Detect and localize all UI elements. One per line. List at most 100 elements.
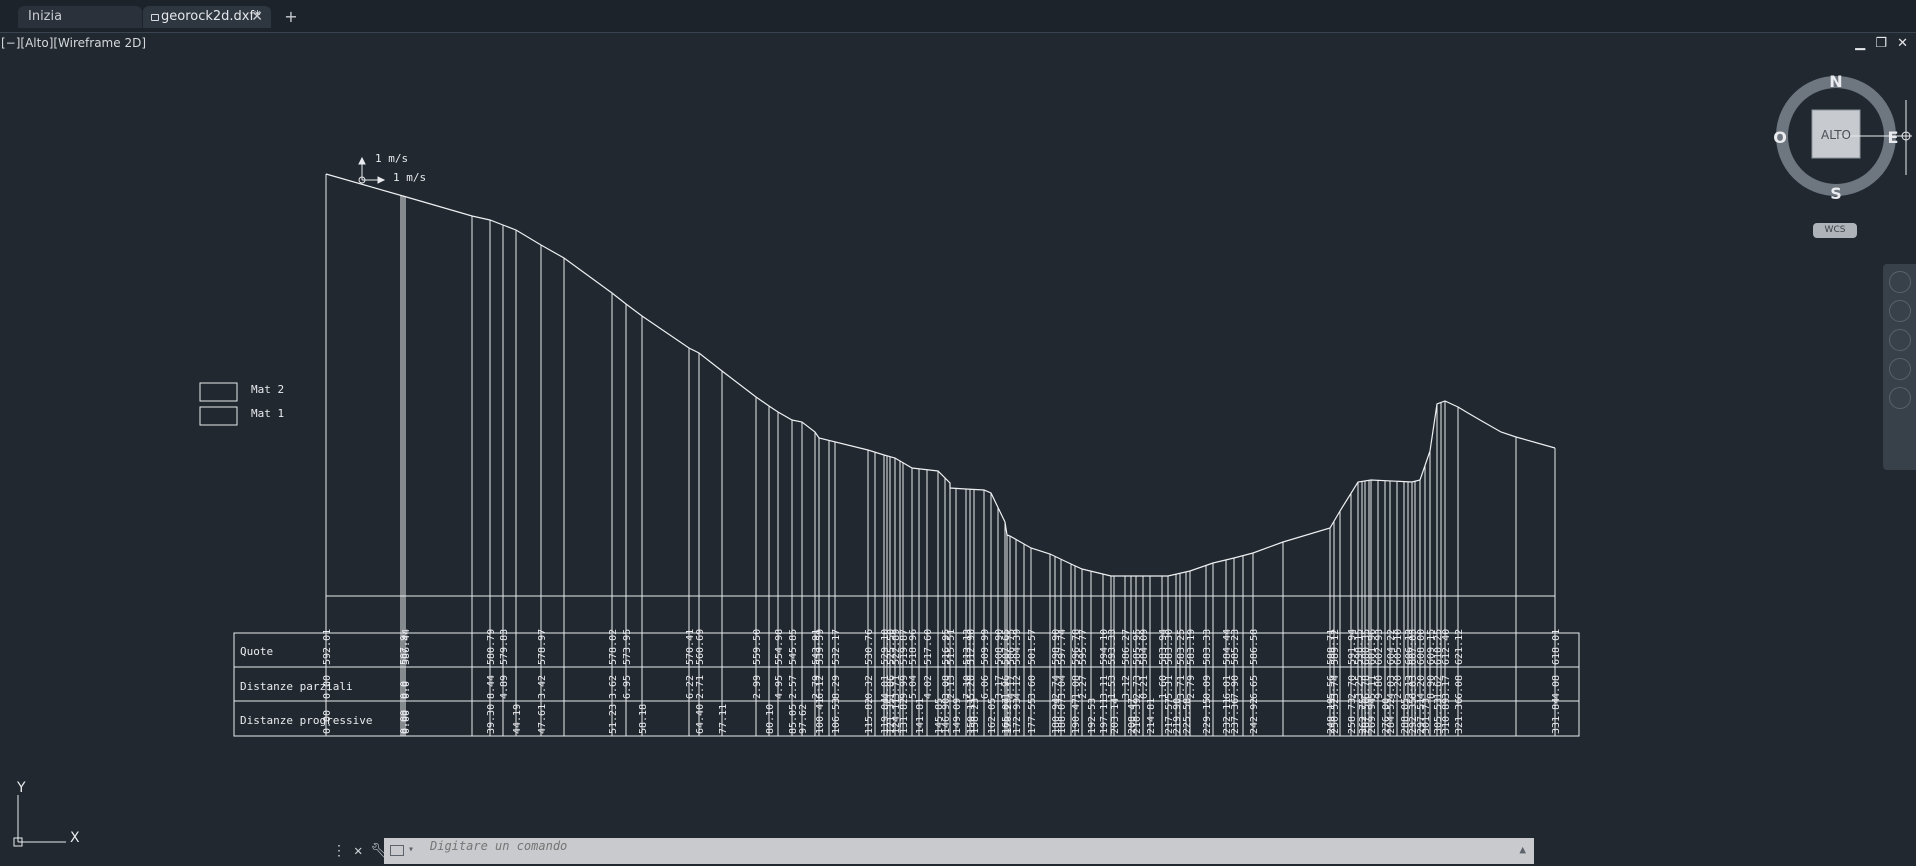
distanza-parziale-value: 6.95 [622, 675, 633, 699]
profile-data-table: Quote Distanze parziali Distanze progres… [233, 629, 1580, 737]
ucs-x-label: X [70, 830, 80, 846]
quote-value: 586.44 [401, 629, 412, 665]
quote-value: 579.83 [499, 629, 510, 665]
distanza-progressiva-value: 225.58 [1182, 698, 1193, 734]
quote-value: 584.09 [1139, 629, 1150, 665]
distanza-parziale-value: 8.29 [831, 675, 842, 699]
legend-swatch-mat2 [199, 382, 238, 402]
distanza-progressiva-value: 77.11 [718, 704, 729, 734]
distanza-progressiva-value: 242.92 [1249, 698, 1260, 734]
quote-value: 559.50 [752, 629, 763, 665]
command-line: ⋮ ✕ 🔧︎ ▾ ▲ [332, 838, 1534, 864]
quote-value: 595.77 [1078, 629, 1089, 665]
quote-value: 621.12 [1454, 629, 1465, 665]
distanza-parziale-value: 1.53 [1107, 675, 1118, 699]
legend-label-mat2: Mat 2 [251, 383, 284, 396]
distanza-parziale-value: 3.12 [1121, 675, 1132, 699]
compass-north[interactable]: N [1829, 72, 1842, 91]
drawing-canvas[interactable]: 1 m/s 1 m/s Mat 2 Mat 1 Quote Distanze p… [0, 0, 1916, 866]
distanza-progressiva-value: 258.73 [1347, 698, 1358, 734]
distanza-parziale-value: 4.08 [1551, 675, 1562, 699]
quote-value: 560.69 [695, 629, 706, 665]
quote-value: 602.93 [1374, 629, 1385, 665]
row-label-progressive: Distanze progressive [240, 714, 372, 727]
scale-label-horizontal: 1 m/s [393, 171, 426, 184]
distanza-progressiva-value: 131.82 [899, 698, 910, 734]
quote-value: 618.01 [1551, 629, 1562, 665]
distanza-progressiva-value: 188.07 [1057, 698, 1068, 734]
quote-value: 589.12 [1330, 629, 1341, 665]
compass-south[interactable]: S [1830, 184, 1842, 203]
distanza-parziale-value: 4.95 [774, 675, 785, 699]
distanza-parziale-value: 3.62 [608, 675, 619, 699]
quote-value: 517.60 [923, 629, 934, 665]
distanza-progressiva-value: 321.36 [1454, 698, 1465, 734]
pan-icon[interactable] [1889, 300, 1911, 322]
distanza-parziale-value: 2.57 [788, 675, 799, 699]
quote-value: 583.33 [1202, 629, 1213, 665]
quote-value: 518.96 [908, 629, 919, 665]
quote-value: 504.39 [1012, 629, 1023, 665]
quote-value: 545.85 [788, 629, 799, 665]
grip-icon[interactable]: ⋮ [332, 843, 346, 859]
distanza-progressiva-value: 284.52 [1386, 698, 1397, 734]
compass-west[interactable]: O [1773, 128, 1787, 147]
distanza-progressiva-value: 115.82 [864, 698, 875, 734]
orbit-icon[interactable] [1889, 358, 1911, 380]
distanza-parziale-value: 3.17 [1441, 675, 1452, 699]
distanza-progressiva-value: 237.36 [1230, 698, 1241, 734]
distanza-progressiva-value: 301.73 [1421, 698, 1432, 734]
command-input[interactable] [428, 838, 1432, 854]
row-label-quote: Quote [240, 645, 273, 658]
distanza-progressiva-value: 51.23 [608, 704, 619, 734]
distanza-parziale-value: 0.32 [864, 675, 875, 699]
distanza-progressiva-value: 210.39 [1132, 698, 1143, 734]
ucs-icon [13, 795, 66, 847]
distanza-progressiva-value: 100.41 [815, 698, 826, 734]
quote-value: 585.23 [1230, 629, 1241, 665]
distanza-parziale-value: 6.65 [1249, 675, 1260, 699]
zoom-icon[interactable] [1889, 329, 1911, 351]
quote-value: 554.98 [774, 629, 785, 665]
steering-wheel-icon[interactable] [1889, 271, 1911, 293]
close-command-line-icon[interactable]: ✕ [354, 843, 362, 859]
quote-value: 501.57 [1027, 629, 1038, 665]
distanza-progressiva-value: 58.18 [638, 704, 649, 734]
row-label-parziali: Distanze parziali [240, 680, 353, 693]
viewcube-top-label: ALTO [1821, 128, 1851, 142]
quote-value: 515.51 [946, 629, 957, 665]
distanza-progressiva-value: 331.84 [1551, 698, 1562, 734]
distanza-progressiva-value: 192.53 [1087, 698, 1098, 734]
quote-value: 530.76 [864, 629, 875, 665]
quote-value: 583.19 [1186, 629, 1197, 665]
wcs-menu-button[interactable]: WCS [1813, 223, 1857, 238]
quote-value: 586.27 [1121, 629, 1132, 665]
quote-value: 578.97 [537, 629, 548, 665]
distanza-parziale-value: 2.79 [1186, 675, 1197, 699]
command-history-up-icon[interactable]: ▲ [1519, 843, 1526, 856]
distanza-progressiva-value: 141.81 [915, 698, 926, 734]
command-history-caret-icon[interactable]: ▾ [408, 844, 414, 855]
distanza-progressiva-value: 229.15 [1202, 698, 1213, 734]
distanza-progressiva-value: 149.09 [952, 698, 963, 734]
distanza-progressiva-value: 177.55 [1027, 698, 1038, 734]
showmotion-icon[interactable] [1889, 387, 1911, 409]
distanza-progressiva-value: 197.11 [1099, 698, 1110, 734]
distanza-parziale-value: 0.21 [1139, 675, 1150, 699]
command-prompt-icon[interactable] [390, 845, 404, 856]
quote-value: 593.33 [1107, 629, 1118, 665]
quote-value: 509.99 [980, 629, 991, 665]
quote-value: 578.02 [608, 629, 619, 665]
compass-east[interactable]: E [1888, 128, 1899, 147]
distanza-progressiva-value: 97.62 [798, 704, 809, 734]
customize-wrench-icon[interactable]: 🔧︎ [370, 843, 388, 859]
scale-label-vertical: 1 m/s [375, 152, 408, 165]
legend-swatch-mat1 [199, 406, 238, 426]
distanza-parziale-value: 4.02 [923, 675, 934, 699]
distanza-progressiva-value: 106.53 [831, 698, 842, 734]
distanza-progressiva-value: 214.81 [1146, 698, 1157, 734]
distanza-parziale-value: 0.00 [322, 675, 333, 699]
ucs-y-label: Y [16, 780, 26, 796]
distanza-parziale-value: 2.99 [752, 675, 763, 699]
distanza-progressiva-value: 47.61 [537, 704, 548, 734]
